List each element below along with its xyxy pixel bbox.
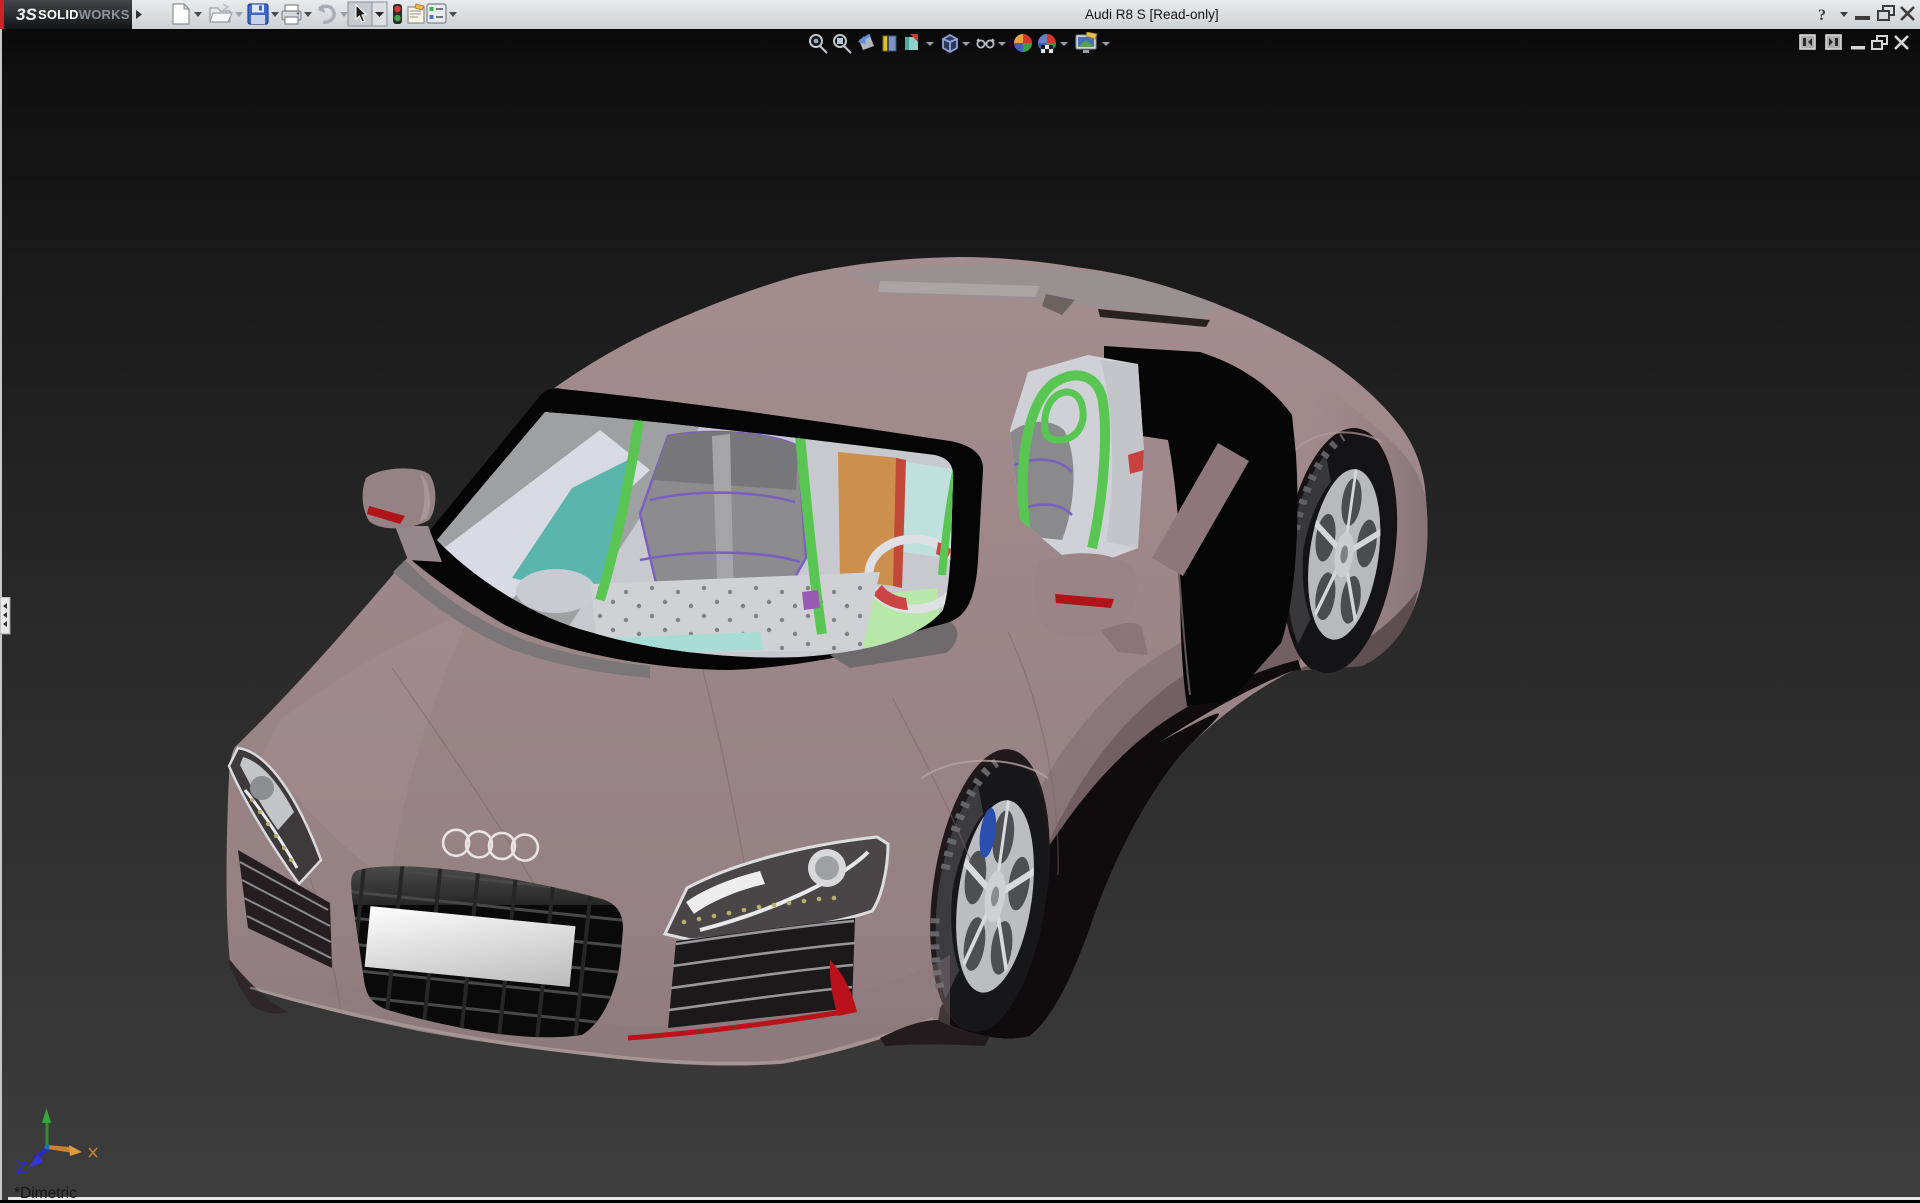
svg-text:?: ? (1818, 7, 1826, 24)
